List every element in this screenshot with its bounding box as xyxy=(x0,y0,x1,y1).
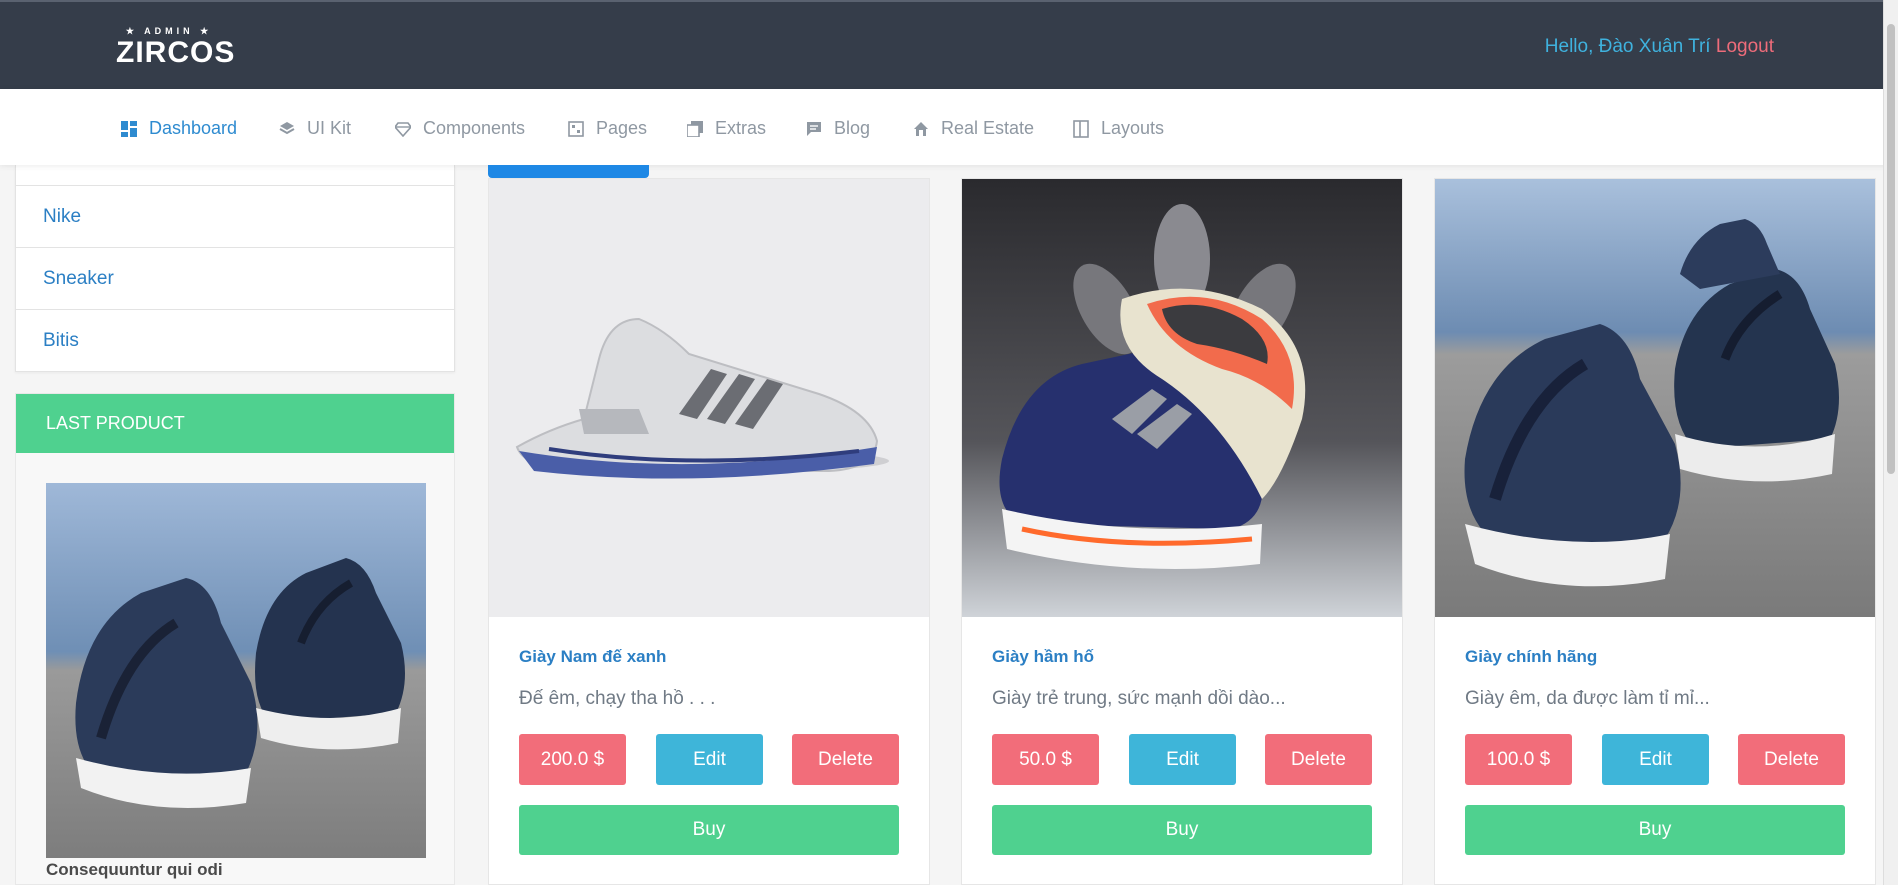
last-product-header: LAST PRODUCT xyxy=(16,394,454,453)
zircos-logo[interactable]: ★ ADMIN ★ ZIRCOS xyxy=(116,26,235,69)
home-icon xyxy=(914,121,928,136)
category-item-nike[interactable]: Nike xyxy=(16,185,454,247)
nav-item-layouts[interactable]: Layouts xyxy=(1073,118,1164,139)
last-product-image[interactable] xyxy=(46,483,426,858)
scrollbar-thumb[interactable] xyxy=(1887,24,1895,474)
top-header-bar: ★ ADMIN ★ ZIRCOS Hello, Đào Xuân Trí Log… xyxy=(0,0,1898,89)
diamond-icon xyxy=(395,121,411,137)
nav-label: Real Estate xyxy=(941,118,1035,138)
layers-icon xyxy=(279,121,295,134)
vertical-scrollbar[interactable] xyxy=(1883,0,1898,885)
comment-icon xyxy=(807,121,821,136)
user-greeting: Hello, Đào Xuân Trí Logout xyxy=(1545,36,1774,58)
product-title[interactable]: Giày chính hãng xyxy=(1465,647,1597,667)
product-image[interactable] xyxy=(489,179,929,617)
price-button[interactable]: 100.0 $ xyxy=(1465,734,1572,785)
product-description: Đế êm, chạy tha hồ . . . xyxy=(519,688,716,709)
nav-label: Pages xyxy=(596,118,648,138)
pages-icon xyxy=(568,120,584,137)
delete-button[interactable]: Delete xyxy=(1738,734,1845,785)
price-button[interactable]: 200.0 $ xyxy=(519,734,626,785)
product-image[interactable] xyxy=(1435,179,1875,617)
logout-link[interactable]: Logout xyxy=(1716,36,1774,57)
edit-button[interactable]: Edit xyxy=(1129,734,1236,785)
nav-label: Blog xyxy=(834,118,871,138)
active-tab-indicator xyxy=(488,165,649,178)
nav-item-extras[interactable]: Extras xyxy=(687,118,766,139)
main-navigation: Dashboard UI Kit Components Pages Extras… xyxy=(0,89,1898,165)
buy-button[interactable]: Buy xyxy=(992,805,1372,855)
nav-item-ui-kit[interactable]: UI Kit xyxy=(279,118,351,139)
nav-item-pages[interactable]: Pages xyxy=(568,118,647,139)
logo-title: ZIRCOS xyxy=(116,36,236,69)
nav-label: Layouts xyxy=(1101,118,1165,138)
last-product-name: Consequuntur qui odi xyxy=(46,860,223,879)
copy-icon xyxy=(687,120,703,137)
category-list-top xyxy=(16,165,454,185)
nav-item-real-estate[interactable]: Real Estate xyxy=(913,118,1034,139)
category-item-bitis[interactable]: Bitis xyxy=(16,309,454,371)
product-card: Giày hầm hố Giày trẻ trung, sức mạnh dồi… xyxy=(961,178,1403,885)
price-button[interactable]: 50.0 $ xyxy=(992,734,1099,785)
last-product-panel: LAST PRODUCT Consequuntur qui odi xyxy=(15,393,455,885)
hello-user-text: Hello, Đào Xuân Trí xyxy=(1544,36,1711,57)
product-description: Giày trẻ trung, sức mạnh dồi dào... xyxy=(992,688,1286,709)
layout-icon xyxy=(1073,119,1089,138)
product-card: Giày chính hãng Giày êm, da được làm tỉ … xyxy=(1434,178,1876,885)
edit-button[interactable]: Edit xyxy=(656,734,763,785)
nav-label: Extras xyxy=(715,118,767,138)
nav-item-blog[interactable]: Blog xyxy=(806,118,870,139)
edit-button[interactable]: Edit xyxy=(1602,734,1709,785)
dashboard-icon xyxy=(121,120,137,137)
product-image[interactable] xyxy=(962,179,1402,617)
delete-button[interactable]: Delete xyxy=(792,734,899,785)
product-card: Giày Nam đế xanh Đế êm, chạy tha hồ . . … xyxy=(488,178,930,885)
nav-item-components[interactable]: Components xyxy=(395,118,525,139)
buy-button[interactable]: Buy xyxy=(519,805,899,855)
nav-label: Dashboard xyxy=(149,118,238,138)
category-list: Nike Sneaker Bitis xyxy=(15,165,455,372)
product-title[interactable]: Giày hầm hố xyxy=(992,647,1094,667)
product-title[interactable]: Giày Nam đế xanh xyxy=(519,647,666,667)
nav-item-dashboard[interactable]: Dashboard xyxy=(121,118,237,139)
delete-button[interactable]: Delete xyxy=(1265,734,1372,785)
nav-label: UI Kit xyxy=(307,118,352,138)
buy-button[interactable]: Buy xyxy=(1465,805,1845,855)
nav-label: Components xyxy=(423,118,526,138)
product-description: Giày êm, da được làm tỉ mỉ... xyxy=(1465,688,1710,709)
category-item-sneaker[interactable]: Sneaker xyxy=(16,247,454,309)
